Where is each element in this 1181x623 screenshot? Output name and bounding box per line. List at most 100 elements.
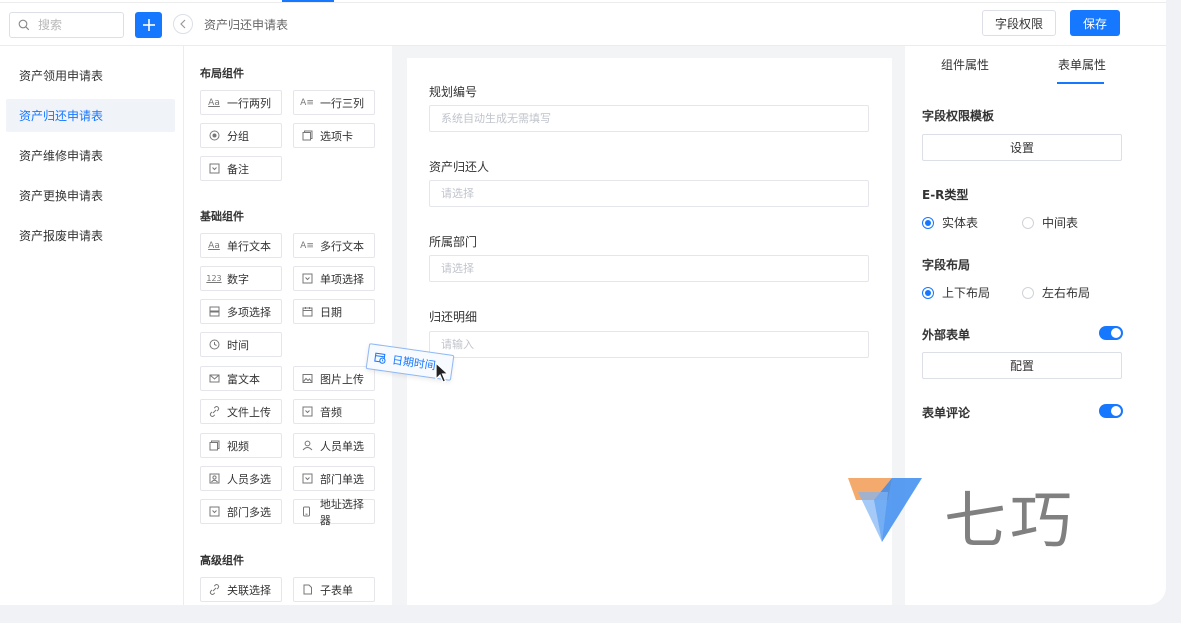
component-three-columns[interactable]: A≡ 一行三列 [293,90,375,115]
search-input[interactable] [36,17,120,33]
list-icon [208,306,220,318]
sidebar-item-asset-return[interactable]: 资产归还申请表 [6,99,175,132]
component-label: 数字 [227,272,249,286]
component-single-line-text[interactable]: Aa 单行文本 [200,233,282,258]
radio-intermediate-table[interactable]: 中间表 [1022,214,1078,231]
component-image-upload[interactable]: 图片上传 [293,366,375,391]
component-file-upload[interactable]: 文件上传 [200,399,282,424]
plan-number-input[interactable] [429,105,869,132]
plus-icon [142,19,155,31]
external-form-title: 外部表单 [922,328,971,342]
component-user-multi[interactable]: 人员多选 [200,466,282,491]
component-label: 单项选择 [320,272,364,286]
link-icon [208,584,220,596]
component-time[interactable]: 时间 [200,332,282,357]
component-linked-select[interactable]: 关联选择 [200,577,282,602]
component-dept-single[interactable]: 部门单选 [293,466,375,491]
component-note[interactable]: 备注 [200,156,282,181]
returner-select[interactable] [429,180,869,207]
aa-icon: Aa [208,97,220,108]
phone-icon [301,506,313,518]
component-label: 单行文本 [227,239,271,253]
search-box[interactable] [9,12,124,38]
tab-component-properties[interactable]: 组件属性 [941,56,989,73]
component-label: 音频 [320,405,342,419]
external-form-config-button[interactable]: 配置 [922,352,1122,379]
component-tabs[interactable]: 选项卡 [293,123,375,148]
form-list-sidebar: 资产领用申请表 资产归还申请表 资产维修申请表 资产更换申请表 资产报废申请表 [0,46,183,605]
radio-label: 中间表 [1042,216,1079,230]
component-label: 多项选择 [227,305,271,319]
component-palette: 布局组件 Aa 一行两列 A≡ 一行三列 分组 选项卡 备注 基础组件 Aa 单… [184,46,392,605]
dropdown-box-icon [208,506,220,518]
department-select[interactable] [429,255,869,282]
radio-label: 上下布局 [942,286,991,300]
component-label: 部门单选 [320,472,364,486]
component-label: 部门多选 [227,505,271,519]
component-label: 图片上传 [320,372,364,386]
aa-lines-icon: A≡ [300,97,314,108]
component-date[interactable]: 日期 [293,299,375,324]
radio-horizontal-layout[interactable]: 左右布局 [1022,284,1090,301]
component-rich-text[interactable]: 富文本 [200,366,282,391]
component-dept-multi[interactable]: 部门多选 [200,499,282,524]
basic-components-title: 基础组件 [200,210,244,223]
mouse-cursor-icon [435,362,450,383]
component-group[interactable]: 分组 [200,123,282,148]
component-label: 日期 [320,305,342,319]
component-user-single[interactable]: 人员单选 [293,433,375,458]
radio-label: 实体表 [942,216,979,230]
page-title: 资产归还申请表 [204,18,289,32]
form-comment-title: 表单评论 [922,406,971,420]
component-sub-form[interactable]: 子表单 [293,577,375,602]
tab-form-properties[interactable]: 表单属性 [1058,56,1106,73]
field-permission-button[interactable]: 字段权限 [982,10,1056,36]
chevron-left-icon [180,19,186,29]
calendar-icon [301,306,313,318]
calendar-clock-icon [374,352,386,364]
aa-icon: Aa [208,240,220,251]
radio-icon [208,130,220,142]
field-label-returner: 资产归还人 [429,160,490,174]
sidebar-item-asset-replace[interactable]: 资产更换申请表 [6,179,175,212]
component-label: 人员单选 [320,439,364,453]
component-label: 分组 [227,129,249,143]
component-label: 子表单 [320,583,353,597]
save-button[interactable]: 保存 [1070,10,1120,36]
component-label: 多行文本 [320,239,364,253]
component-video[interactable]: 视频 [200,433,282,458]
external-form-toggle[interactable] [1099,326,1123,340]
component-address-picker[interactable]: 地址选择器 [293,498,375,527]
add-form-button[interactable] [135,12,162,38]
component-single-select[interactable]: 单项选择 [293,266,375,291]
radio-entity-table[interactable]: 实体表 [922,214,978,231]
aa-lines-icon: A≡ [300,240,314,251]
component-label: 人员多选 [227,472,271,486]
sidebar-item-asset-repair[interactable]: 资产维修申请表 [6,139,175,172]
sidebar-item-asset-claim[interactable]: 资产领用申请表 [6,59,175,92]
field-layout-title: 字段布局 [922,258,971,272]
back-button[interactable] [173,14,193,34]
component-audio[interactable]: 音频 [293,399,375,424]
radio-button-icon [1022,216,1034,229]
component-label: 一行三列 [320,96,364,110]
user-icon [301,440,313,452]
field-label-return-detail: 归还明细 [429,310,478,324]
return-detail-input[interactable] [429,331,869,358]
image-icon [301,373,313,385]
form-comment-toggle[interactable] [1099,404,1123,418]
sidebar-item-asset-scrap[interactable]: 资产报废申请表 [6,219,175,252]
component-label: 一行两列 [227,96,271,110]
component-number[interactable]: 123 数字 [200,266,282,291]
component-multi-line-text[interactable]: A≡ 多行文本 [293,233,375,258]
radio-vertical-layout[interactable]: 上下布局 [922,284,990,301]
er-type-title: E-R类型 [922,188,969,202]
component-label: 文件上传 [227,405,271,419]
component-multi-select[interactable]: 多项选择 [200,299,282,324]
drag-label: 日期时间 [391,353,437,373]
perm-template-settings-button[interactable]: 设置 [922,134,1122,161]
component-two-columns[interactable]: Aa 一行两列 [200,90,282,115]
radio-button-icon [922,286,934,299]
dropdown-box-icon [301,406,313,418]
qiqiao-logo-icon [848,478,922,542]
